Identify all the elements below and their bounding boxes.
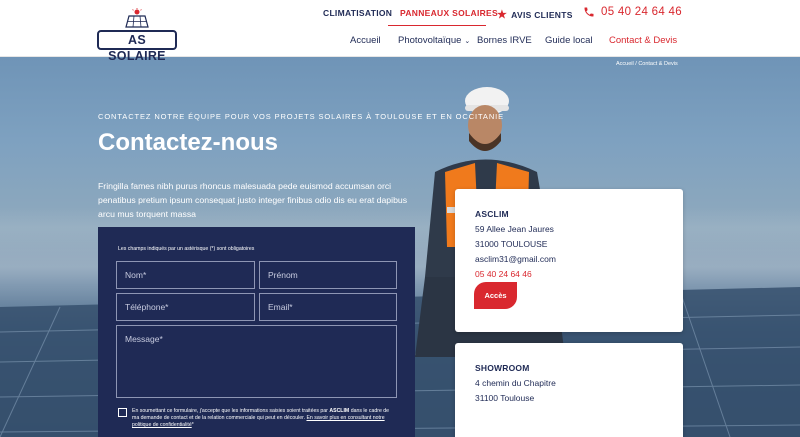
telephone-field[interactable]: Téléphone*	[116, 293, 255, 321]
contact-form: Les champs indiqués par un astérisque (*…	[98, 227, 415, 437]
site-header: AS SOLAIRE CLIMATISATION PANNEAUX SOLAIR…	[0, 0, 800, 63]
avis-label: AVIS CLIENTS	[511, 9, 573, 20]
email-field[interactable]: Email*	[259, 293, 397, 321]
star-icon: ★	[497, 9, 508, 21]
consent-company: ASCLIM	[329, 408, 350, 414]
topnav-phone[interactable]: 05 40 24 64 46	[583, 6, 682, 18]
message-field[interactable]: Message*	[116, 325, 397, 398]
card-address-line2: 31000 TOULOUSE	[475, 239, 548, 249]
required-fields-note: Les champs indiqués par un astérisque (*…	[118, 246, 255, 252]
logo-text: AS SOLAIRE	[97, 30, 177, 63]
card-phone[interactable]: 05 40 24 64 46	[475, 269, 532, 279]
phone-icon	[584, 7, 594, 17]
nav-bornes-irve[interactable]: Bornes IRVE	[477, 35, 532, 46]
consent-suffix: *	[191, 422, 194, 428]
acces-button[interactable]: Accès	[474, 282, 517, 309]
card-address-line1: 4 chemin du Chapitre	[475, 378, 556, 388]
topnav-avis-clients[interactable]: ★ AVIS CLIENTS	[497, 8, 573, 21]
consent-checkbox[interactable]	[118, 408, 127, 417]
phone-number: 05 40 24 64 46	[601, 6, 682, 18]
card-email[interactable]: asclim31@gmail.com	[475, 254, 556, 264]
nom-field[interactable]: Nom*	[116, 261, 255, 289]
hero-description: Fringilla fames nibh purus rhoncus males…	[98, 181, 408, 219]
nav-photovoltaique-label: Photovoltaïque	[398, 35, 462, 46]
nav-photovoltaique[interactable]: Photovoltaïque ⌄	[398, 35, 470, 46]
consent-prefix: En soumettant ce formulaire, j'accepte q…	[132, 408, 330, 414]
nav-contact-devis[interactable]: Contact & Devis	[609, 35, 677, 46]
chevron-down-icon: ⌄	[464, 37, 471, 45]
breadcrumb[interactable]: Accueil / Contact & Devis	[616, 61, 678, 67]
card-title: SHOWROOM	[475, 363, 530, 373]
hero-section: Accueil / Contact & Devis CONTACTEZ NOTR…	[0, 57, 800, 437]
asclim-card: ASCLIM 59 Allee Jean Jaures 31000 TOULOU…	[455, 189, 683, 332]
topnav-panneaux-solaires[interactable]: PANNEAUX SOLAIRES	[400, 8, 498, 18]
consent-text: En soumettant ce formulaire, j'accepte q…	[132, 408, 397, 429]
hero-subtitle: CONTACTEZ NOTRE ÉQUIPE POUR VOS PROJETS …	[98, 112, 505, 121]
card-address-line2: 31100 Toulouse	[475, 393, 535, 403]
nav-guide-local[interactable]: Guide local	[545, 35, 593, 46]
page-title: Contactez-nous	[98, 129, 278, 156]
active-underline	[388, 25, 486, 26]
nav-accueil[interactable]: Accueil	[350, 35, 381, 46]
showroom-card: SHOWROOM 4 chemin du Chapitre 31100 Toul…	[455, 343, 683, 437]
card-title: ASCLIM	[475, 209, 509, 219]
prenom-field[interactable]: Prénom	[259, 261, 397, 289]
card-address-line1: 59 Allee Jean Jaures	[475, 224, 554, 234]
top-nav: CLIMATISATION PANNEAUX SOLAIRES ★ AVIS C…	[0, 0, 800, 26]
topnav-climatisation[interactable]: CLIMATISATION	[323, 8, 392, 18]
